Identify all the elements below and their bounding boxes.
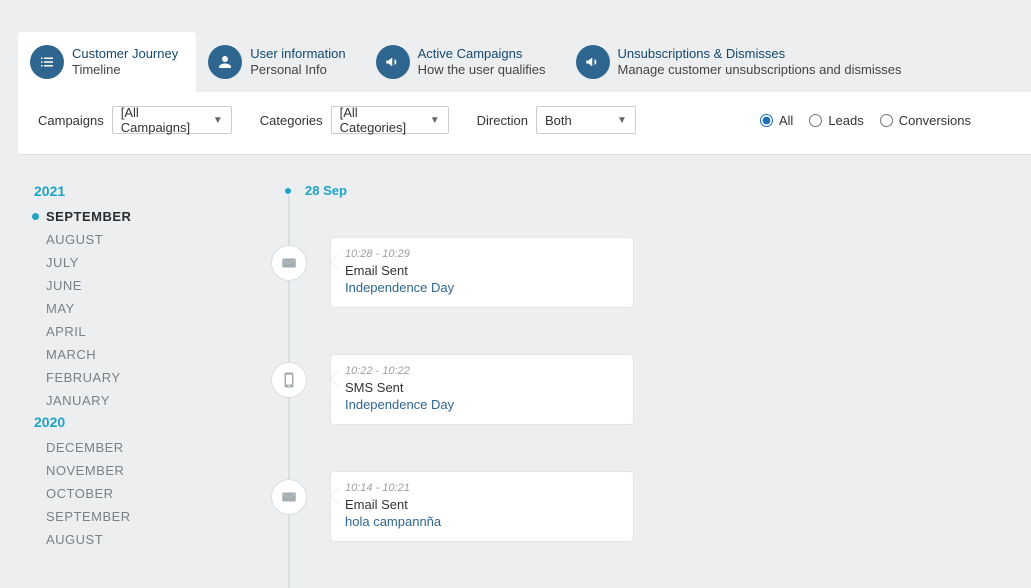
sidebar-month[interactable]: MAY (34, 297, 268, 320)
sidebar-month[interactable]: JANUARY (34, 389, 268, 412)
event-title: Email Sent (345, 497, 619, 512)
sidebar-year[interactable]: 2021 (34, 183, 268, 199)
tab-title: Unsubscriptions & Dismisses (618, 46, 902, 62)
event-card[interactable]: 10:28 - 10:29 Email Sent Independence Day (330, 237, 634, 308)
select-value: [All Campaigns] (121, 105, 203, 135)
sidebar-month[interactable]: APRIL (34, 320, 268, 343)
radio-label: All (779, 113, 793, 128)
sidebar-month[interactable]: AUGUST (34, 228, 268, 251)
caret-down-icon: ▼ (617, 115, 627, 126)
radio-all[interactable]: All (760, 113, 793, 128)
mail-icon (271, 479, 307, 515)
tab-unsubscriptions[interactable]: Unsubscriptions & Dismisses Manage custo… (564, 32, 920, 92)
date-label: 28 Sep (305, 183, 347, 198)
radio-all-input[interactable] (760, 114, 773, 127)
caret-down-icon: ▼ (213, 115, 223, 126)
sidebar-month[interactable]: SEPTEMBER (34, 505, 268, 528)
categories-label: Categories (260, 113, 323, 128)
select-value: Both (545, 113, 572, 128)
megaphone-icon (576, 45, 610, 79)
date-sidebar: 2021SEPTEMBERAUGUSTJULYJUNEMAYAPRILMARCH… (18, 155, 268, 588)
campaigns-label: Campaigns (38, 113, 104, 128)
timeline-event: 10:22 - 10:22 SMS Sent Independence Day (268, 354, 1031, 425)
direction-radios: All Leads Conversions (760, 113, 971, 128)
sidebar-month[interactable]: AUGUST (34, 528, 268, 551)
phone-icon (271, 362, 307, 398)
sidebar-year[interactable]: 2020 (34, 414, 268, 430)
sidebar-month[interactable]: DECEMBER (34, 436, 268, 459)
list-icon (30, 45, 64, 79)
radio-conversions[interactable]: Conversions (880, 113, 971, 128)
tab-active-campaigns[interactable]: Active Campaigns How the user qualifies (364, 32, 564, 92)
tab-title: Customer Journey (72, 46, 178, 62)
select-value: [All Categories] (340, 105, 420, 135)
sidebar-month[interactable]: MARCH (34, 343, 268, 366)
caret-down-icon: ▼ (430, 115, 440, 126)
sidebar-month[interactable]: SEPTEMBER (34, 205, 268, 228)
timeline-date-marker: 28 Sep (283, 183, 347, 198)
event-title: Email Sent (345, 263, 619, 278)
tab-title: Active Campaigns (418, 46, 546, 62)
megaphone-icon (376, 45, 410, 79)
user-icon (208, 45, 242, 79)
tab-subtitle: Timeline (72, 62, 178, 78)
event-campaign-link[interactable]: Independence Day (345, 397, 619, 412)
timeline: 28 Sep 10:28 - 10:29 Email Sent Independen… (268, 155, 1031, 588)
radio-label: Leads (828, 113, 863, 128)
tab-subtitle: Personal Info (250, 62, 345, 78)
timeline-event: 10:14 - 10:21 Email Sent hola campannña (268, 471, 1031, 542)
radio-leads[interactable]: Leads (809, 113, 863, 128)
mail-icon (271, 245, 307, 281)
radio-conversions-input[interactable] (880, 114, 893, 127)
campaigns-select[interactable]: [All Campaigns] ▼ (112, 106, 232, 134)
direction-select[interactable]: Both ▼ (536, 106, 636, 134)
sidebar-month[interactable]: FEBRUARY (34, 366, 268, 389)
tab-title: User information (250, 46, 345, 62)
event-card[interactable]: 10:14 - 10:21 Email Sent hola campannña (330, 471, 634, 542)
tab-subtitle: How the user qualifies (418, 62, 546, 78)
event-time: 10:14 - 10:21 (345, 482, 619, 494)
tabs-bar: Customer Journey Timeline User informati… (18, 32, 1031, 92)
categories-select[interactable]: [All Categories] ▼ (331, 106, 449, 134)
event-time: 10:22 - 10:22 (345, 365, 619, 377)
event-card[interactable]: 10:22 - 10:22 SMS Sent Independence Day (330, 354, 634, 425)
sidebar-month[interactable]: OCTOBER (34, 482, 268, 505)
filter-bar: Campaigns [All Campaigns] ▼ Categories [… (18, 92, 1031, 155)
timeline-event: 10:28 - 10:29 Email Sent Independence Day (268, 237, 1031, 308)
sidebar-month[interactable]: NOVEMBER (34, 459, 268, 482)
tab-customer-journey[interactable]: Customer Journey Timeline (18, 32, 196, 92)
event-time: 10:28 - 10:29 (345, 248, 619, 260)
sidebar-month[interactable]: JUNE (34, 274, 268, 297)
event-campaign-link[interactable]: Independence Day (345, 280, 619, 295)
tab-subtitle: Manage customer unsubscriptions and dism… (618, 62, 902, 78)
tab-user-information[interactable]: User information Personal Info (196, 32, 363, 92)
direction-label: Direction (477, 113, 528, 128)
sidebar-month[interactable]: JULY (34, 251, 268, 274)
event-title: SMS Sent (345, 380, 619, 395)
radio-label: Conversions (899, 113, 971, 128)
date-dot-icon (283, 186, 293, 196)
radio-leads-input[interactable] (809, 114, 822, 127)
event-campaign-link[interactable]: hola campannña (345, 514, 619, 529)
